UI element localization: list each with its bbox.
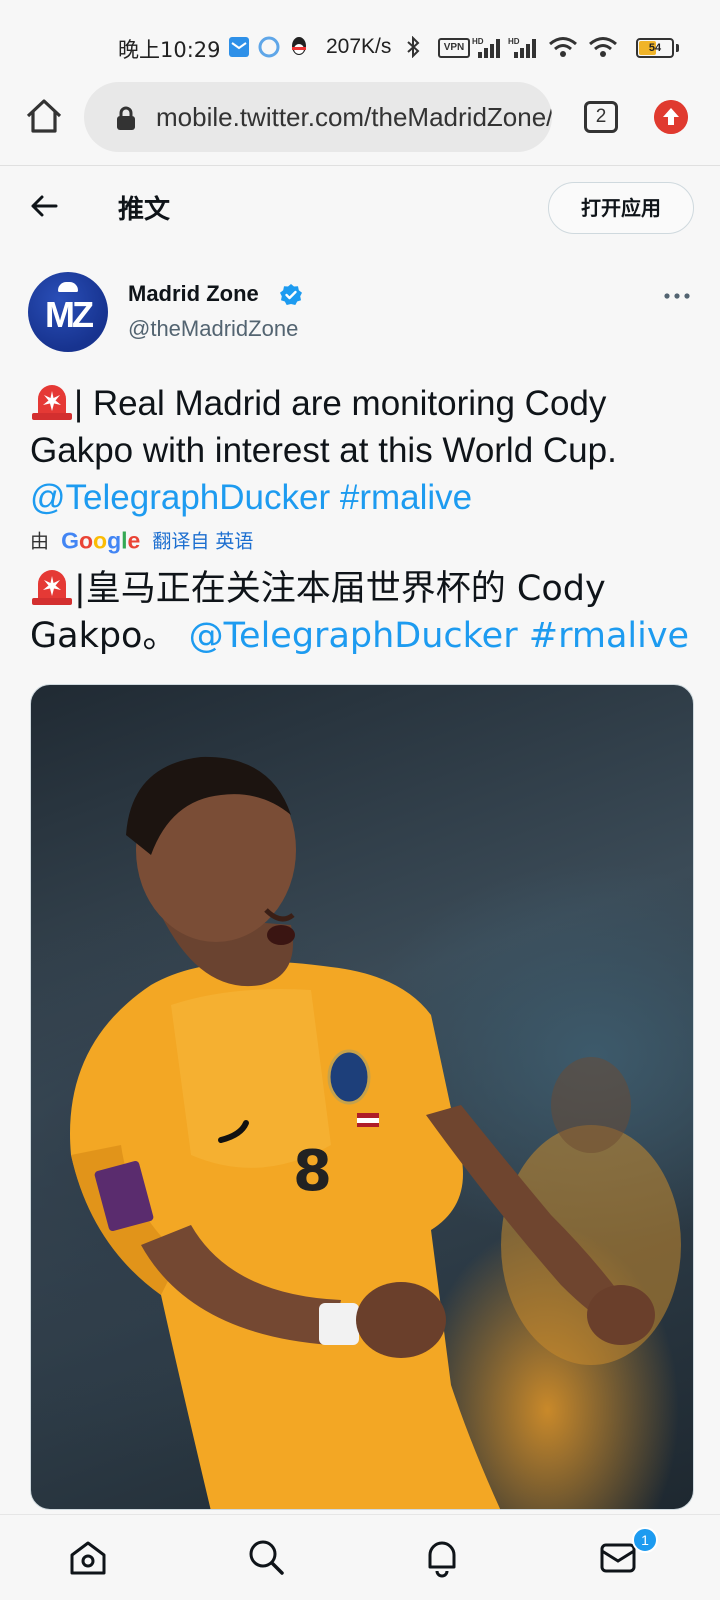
status-bar: 晚上10:29 207K/s VPN HD HD 54 bbox=[0, 0, 720, 80]
network-speed: 207K/s bbox=[326, 35, 392, 58]
handle[interactable]: @theMadridZone bbox=[128, 316, 298, 342]
avatar-logo-text: MZ bbox=[45, 294, 94, 335]
translate-source-link[interactable]: 翻译自 英语 bbox=[152, 531, 253, 553]
svg-text:HD: HD bbox=[472, 37, 484, 46]
svg-text:HD: HD bbox=[508, 37, 520, 46]
translate-prefix: 由 bbox=[30, 530, 50, 553]
vpn-indicator: VPN bbox=[438, 38, 470, 58]
siren-icon bbox=[30, 566, 74, 606]
tweet-main-text: | Real Madrid are monitoring Cody Gakpo … bbox=[30, 384, 617, 470]
more-icon[interactable] bbox=[662, 286, 692, 306]
qq-icon bbox=[292, 37, 306, 55]
tweet-header: 推文 打开应用 bbox=[0, 166, 720, 246]
search-icon[interactable] bbox=[244, 1535, 288, 1579]
home-icon[interactable] bbox=[24, 96, 64, 136]
player-photo-illustration: 8 bbox=[70, 756, 681, 1509]
signal-icon-2: HD bbox=[508, 37, 536, 58]
google-logo: Google bbox=[61, 527, 141, 554]
browser-toolbar: mobile.twitter.com/theMadridZone/status … bbox=[0, 80, 720, 166]
battery-icon: 54 bbox=[636, 38, 674, 58]
battery-tip bbox=[676, 44, 679, 52]
siren-icon bbox=[30, 381, 74, 421]
lock-icon bbox=[117, 106, 135, 130]
upload-icon[interactable] bbox=[654, 100, 688, 134]
display-name[interactable]: Madrid Zone bbox=[128, 281, 259, 307]
translation-attribution: 由 Google 翻译自 英语 bbox=[30, 526, 253, 556]
crown-icon bbox=[58, 282, 78, 292]
translated-tweet-text: |皇马正在关注本届世界杯的 Cody Gakpo。 @TelegraphDuck… bbox=[30, 566, 700, 660]
tweet-text: | Real Madrid are monitoring Cody Gakpo … bbox=[30, 380, 694, 521]
wifi-icon-1 bbox=[549, 37, 577, 57]
svg-text:8: 8 bbox=[293, 1139, 332, 1204]
hashtag-link[interactable]: #rmalive bbox=[340, 478, 472, 517]
mail-notification-icon bbox=[229, 37, 249, 57]
tweet-photo[interactable]: 8 bbox=[30, 684, 694, 1510]
verified-badge-icon bbox=[280, 284, 302, 305]
translated-mention-link[interactable]: @TelegraphDucker bbox=[189, 616, 518, 656]
bluetooth-icon bbox=[407, 36, 420, 58]
page-title: 推文 bbox=[118, 195, 171, 225]
url-text: mobile.twitter.com/theMadridZone/status bbox=[156, 102, 552, 132]
wifi-icon-2 bbox=[589, 37, 617, 57]
signal-icon-1: HD bbox=[472, 37, 500, 58]
home-nav-icon[interactable] bbox=[66, 1535, 110, 1579]
back-arrow-icon[interactable] bbox=[26, 188, 62, 224]
open-app-button[interactable]: 打开应用 bbox=[548, 182, 694, 234]
status-time: 晚上10:29 bbox=[118, 38, 221, 62]
address-bar[interactable]: mobile.twitter.com/theMadridZone/status bbox=[84, 82, 552, 152]
bottom-navigation bbox=[0, 1514, 720, 1600]
messages-badge: 1 bbox=[632, 1527, 658, 1553]
battery-level: 54 bbox=[648, 42, 662, 54]
mention-link[interactable]: @TelegraphDucker bbox=[30, 478, 330, 517]
translated-hashtag-link[interactable]: #rmalive bbox=[529, 616, 689, 656]
avatar[interactable]: MZ bbox=[28, 272, 108, 352]
notifications-icon[interactable] bbox=[420, 1535, 464, 1579]
tabs-icon[interactable]: 2 bbox=[584, 101, 618, 133]
app-notification-icon bbox=[258, 36, 280, 58]
